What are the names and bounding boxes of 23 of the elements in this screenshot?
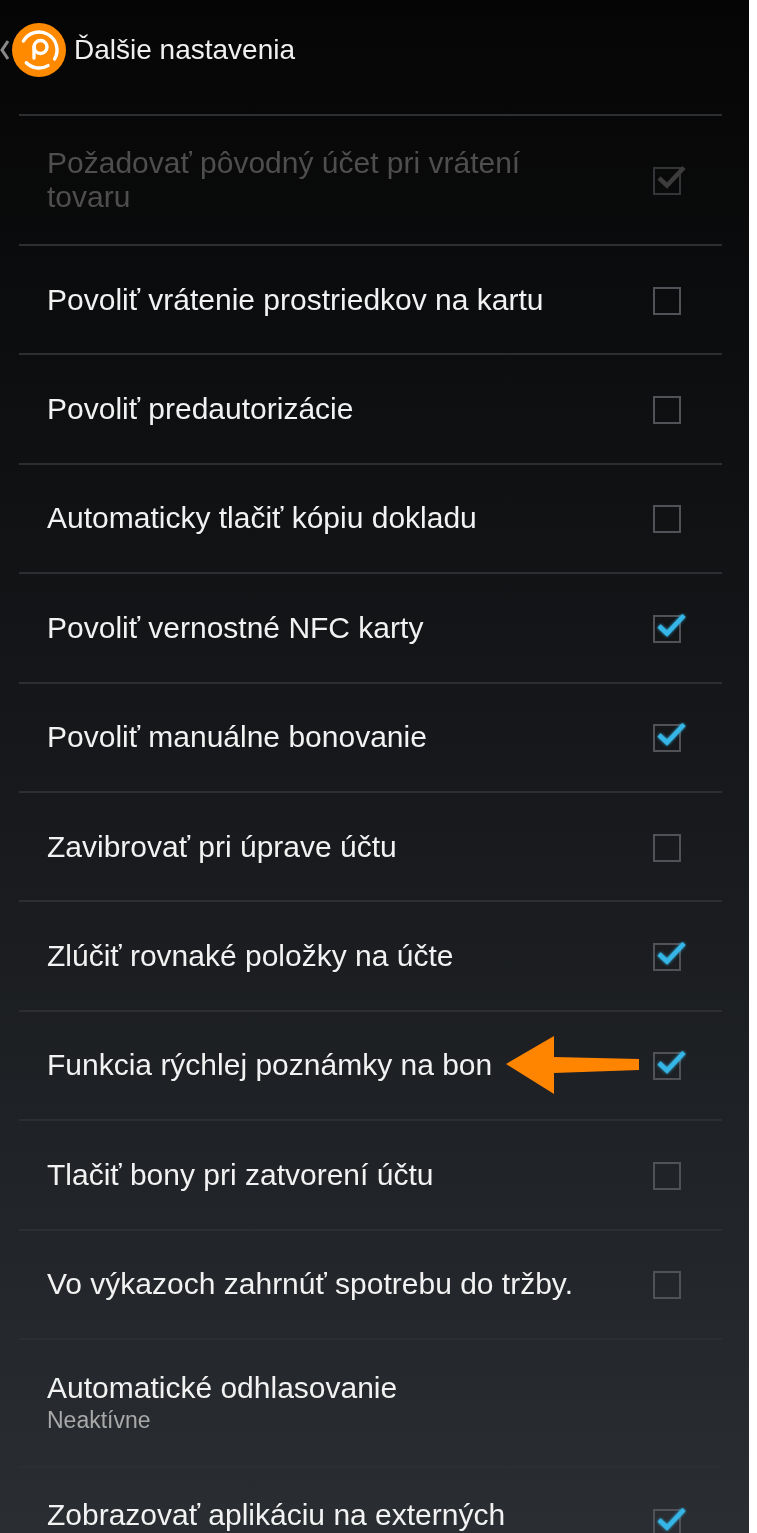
setting-label: Povoliť predautorizácie — [47, 392, 354, 427]
checkbox[interactable] — [653, 722, 687, 753]
setting-summary: Neaktívne — [47, 1405, 151, 1435]
logo-icon — [12, 22, 66, 77]
back-button[interactable] — [0, 22, 66, 77]
setting-label: Automaticky tlačiť kópiu dokladu — [47, 501, 477, 536]
setting-label: Povoliť manuálne bonovanie — [47, 720, 427, 755]
setting-label: Povoliť vernostné NFC karty — [47, 610, 424, 645]
chevron-left-icon — [0, 39, 9, 60]
checkbox[interactable] — [653, 1506, 687, 1533]
checkbox[interactable] — [653, 1050, 687, 1081]
setting-label: Požadovať pôvodný účet pri vrátení tovaru — [47, 146, 522, 214]
setting-label: Tlačiť bony pri zatvorení účtu — [47, 1157, 434, 1192]
setting-label[interactable]: Automatické odhlasovanie — [47, 1370, 398, 1405]
setting-label: Zobrazovať aplikáciu na externých — [47, 1497, 506, 1532]
checkbox[interactable] — [653, 612, 687, 643]
screen-title: Ďalšie nastavenia — [74, 32, 296, 67]
setting-label: Povoliť vrátenie prostriedkov na kartu — [47, 282, 544, 317]
checkbox[interactable] — [653, 941, 687, 972]
setting-label: Zavibrovať pri úprave účtu — [47, 829, 397, 864]
setting-label: Zlúčiť rovnaké položky na účte — [47, 939, 454, 974]
setting-label: Funkcia rýchlej poznámky na bon — [47, 1048, 493, 1083]
setting-label: Vo výkazoch zahrnúť spotrebu do tržby. — [47, 1267, 573, 1302]
